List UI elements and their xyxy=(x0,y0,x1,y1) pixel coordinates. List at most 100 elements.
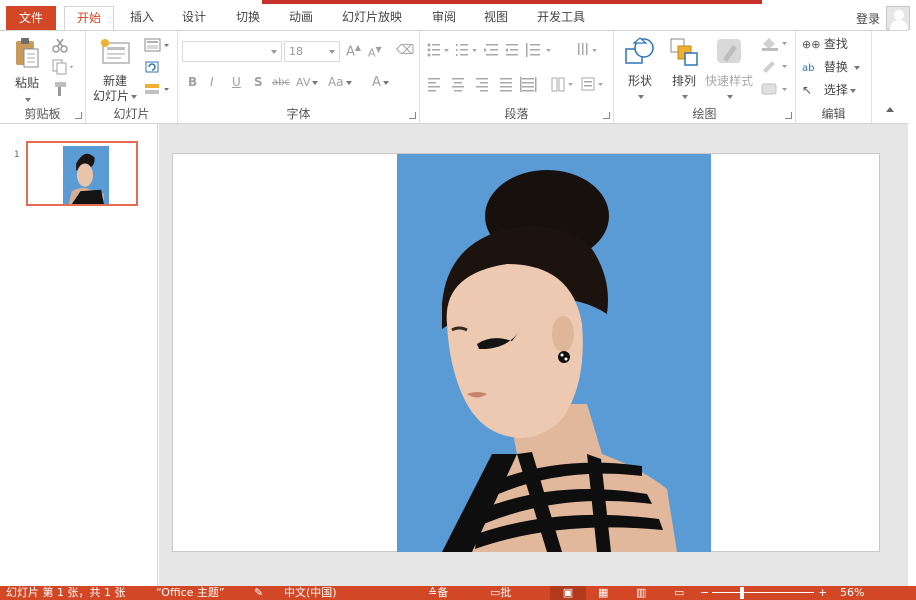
tab-view[interactable]: 视图 xyxy=(476,6,516,30)
quick-styles-icon xyxy=(717,39,741,63)
new-slide-dropdown-icon xyxy=(131,94,137,99)
new-slide-icon xyxy=(101,39,130,64)
tab-home[interactable]: 开始 xyxy=(64,6,114,32)
portrait-photo[interactable] xyxy=(397,154,711,552)
collapse-ribbon-icon[interactable] xyxy=(886,107,894,112)
paragraph-align-icons[interactable] xyxy=(426,75,610,93)
zoom-in-icon[interactable]: + xyxy=(818,586,827,600)
shape-effects-icon[interactable] xyxy=(760,81,790,97)
clear-formatting-icon[interactable]: ⌫ xyxy=(396,43,414,58)
group-paragraph: 段落 xyxy=(420,31,614,123)
tab-review[interactable]: 审阅 xyxy=(424,6,464,30)
spell-check-icon[interactable]: ✎ xyxy=(254,586,263,600)
shapes-label: 形状 xyxy=(627,74,652,88)
arrange-dropdown-icon xyxy=(682,94,688,99)
tab-transitions[interactable]: 切换 xyxy=(228,6,268,30)
copy-icon[interactable] xyxy=(52,59,76,75)
slide-canvas[interactable] xyxy=(172,153,880,552)
ribbon-tab-bar: 文件 开始 插入 设计 切换 动画 幻灯片放映 审阅 视图 开发工具 登录 xyxy=(0,4,916,32)
paste-button[interactable]: 粘贴 xyxy=(8,37,46,107)
drawing-launcher-icon[interactable] xyxy=(785,112,792,119)
cursor-arrow-icon: ↖ xyxy=(802,83,813,97)
reset-icon[interactable] xyxy=(144,59,160,75)
status-language[interactable]: 中文(中国) xyxy=(284,586,337,600)
tab-design[interactable]: 设计 xyxy=(174,6,214,30)
font-launcher-icon[interactable] xyxy=(409,112,416,119)
replace-button[interactable]: ab 替换 xyxy=(802,58,860,78)
tab-slideshow[interactable]: 幻灯片放映 xyxy=(336,6,408,30)
slide-thumbnail-pane: 1 xyxy=(0,124,158,586)
arrange-label: 排列 xyxy=(671,74,696,88)
paste-label: 粘贴 xyxy=(14,76,39,90)
notes-button[interactable]: ≙ 备注 xyxy=(428,586,448,600)
group-editing: ⊕⊕ 查找 ab 替换 ↖ 选择 编辑 xyxy=(796,31,872,123)
slide-thumbnail[interactable] xyxy=(26,141,138,206)
group-label-font: 字体 xyxy=(286,107,311,121)
status-theme: “Office 主题” xyxy=(156,586,225,599)
comments-button[interactable]: ▭ 批注 xyxy=(490,586,511,600)
shadow-button[interactable]: S xyxy=(254,75,263,89)
zoom-slider-thumb[interactable] xyxy=(740,587,744,599)
shape-fill-icon[interactable] xyxy=(760,35,790,51)
font-size-select[interactable]: 18 xyxy=(284,41,340,62)
tab-developer[interactable]: 开发工具 xyxy=(530,6,592,30)
slide-sorter-icon[interactable]: ▦ xyxy=(598,586,608,600)
change-case-button[interactable]: Aa xyxy=(328,75,352,89)
font-name-select[interactable] xyxy=(182,41,282,62)
shapes-button[interactable]: 形状 xyxy=(620,37,660,104)
login-link[interactable]: 登录 xyxy=(856,10,880,27)
format-painter-icon[interactable] xyxy=(52,81,68,97)
paragraph-top-row-icons[interactable] xyxy=(426,41,610,59)
paste-icon xyxy=(16,38,39,68)
section-icon[interactable] xyxy=(144,81,172,97)
zoom-slider[interactable] xyxy=(712,592,814,593)
font-color-button[interactable]: A xyxy=(372,75,389,90)
select-button[interactable]: ↖ 选择 xyxy=(802,81,856,101)
quick-styles-dropdown-icon xyxy=(727,94,733,99)
tab-file[interactable]: 文件 xyxy=(6,6,56,32)
arrange-icon xyxy=(670,38,698,66)
zoom-out-icon[interactable]: − xyxy=(700,586,709,600)
decrease-font-icon[interactable]: A▼ xyxy=(368,45,382,60)
right-edge-strip xyxy=(908,30,916,586)
zoom-level[interactable]: 56% xyxy=(840,586,864,600)
group-slides: 新建 幻灯片 幻灯片 xyxy=(86,31,178,123)
layout-icon[interactable] xyxy=(144,37,172,53)
clipboard-launcher-icon[interactable] xyxy=(75,112,82,119)
reading-view-icon[interactable]: ▥ xyxy=(636,586,646,600)
quick-styles-button[interactable]: 快速样式 xyxy=(704,37,754,104)
group-label-editing: 编辑 xyxy=(821,107,846,121)
binoculars-icon: ⊕⊕ xyxy=(802,38,821,51)
group-label-paragraph: 段落 xyxy=(504,107,529,121)
new-slide-label-line1: 新建 xyxy=(102,74,127,88)
tab-insert[interactable]: 插入 xyxy=(122,6,162,30)
slide-editing-area xyxy=(159,124,916,586)
italic-button[interactable]: I xyxy=(210,75,214,89)
find-button[interactable]: ⊕⊕ 查找 xyxy=(802,35,848,55)
tab-animations[interactable]: 动画 xyxy=(281,6,321,30)
group-font: 18 A▲ A▼ ⌫ B I U S abc AV Aa A 字体 xyxy=(178,31,420,123)
paragraph-launcher-icon[interactable] xyxy=(603,112,610,119)
strikethrough-button[interactable]: abc xyxy=(272,77,290,88)
status-bar: 幻灯片 第 1 张，共 1 张 “Office 主题” ✎ 中文(中国) ≙ 备… xyxy=(0,586,916,600)
arrange-button[interactable]: 排列 xyxy=(664,37,704,104)
slideshow-view-icon[interactable]: ▭ xyxy=(674,586,684,600)
new-slide-button[interactable]: 新建 幻灯片 xyxy=(92,37,138,104)
group-drawing: 形状 排列 快速样式 绘图 xyxy=(614,31,796,123)
increase-font-icon[interactable]: A▲ xyxy=(346,43,361,59)
underline-button[interactable]: U xyxy=(232,75,241,89)
user-avatar-icon[interactable] xyxy=(886,6,910,30)
normal-view-icon[interactable]: ▣ xyxy=(550,586,586,600)
paste-dropdown-icon xyxy=(25,97,31,102)
portrait-illustration xyxy=(442,170,677,552)
shapes-icon xyxy=(625,37,654,64)
group-label-clipboard: 剪贴板 xyxy=(24,107,61,121)
char-spacing-button[interactable]: AV xyxy=(296,76,319,89)
thumbnail-photo xyxy=(63,146,109,204)
bold-button[interactable]: B xyxy=(188,75,197,89)
workspace: 1 xyxy=(0,124,916,586)
group-label-drawing: 绘图 xyxy=(692,107,717,121)
cut-icon[interactable] xyxy=(52,37,68,53)
group-label-slides: 幻灯片 xyxy=(113,107,150,121)
shape-outline-icon[interactable] xyxy=(760,58,790,74)
